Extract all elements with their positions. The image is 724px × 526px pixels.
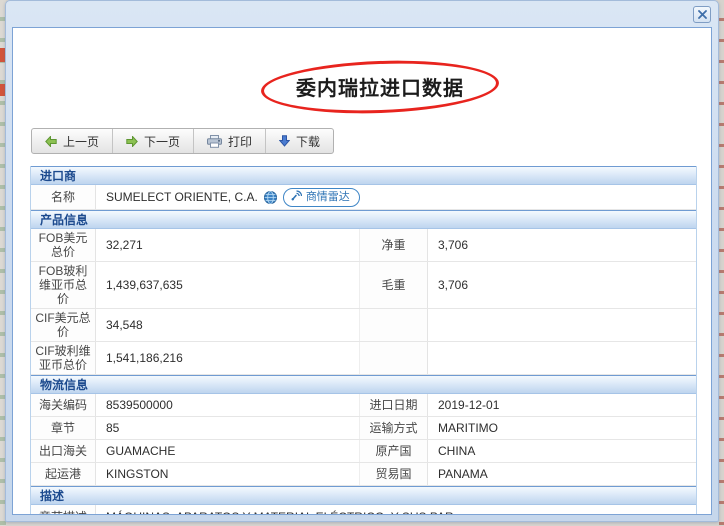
field-value: 1,439,637,635 bbox=[96, 262, 360, 308]
section-importer: 进口商名称SUMELECT ORIENTE, C.A.商情雷达 bbox=[31, 166, 696, 210]
field-value: 3,706 bbox=[428, 229, 696, 261]
print-label: 打印 bbox=[228, 133, 252, 150]
table-row: 名称SUMELECT ORIENTE, C.A.商情雷达 bbox=[31, 185, 696, 210]
field-label: 出口海关 bbox=[31, 440, 96, 462]
field-value: SUMELECT ORIENTE, C.A.商情雷达 bbox=[96, 185, 696, 209]
table-row: 章节85运输方式MARITIMO bbox=[31, 417, 696, 440]
field-label: 进口日期 bbox=[360, 394, 428, 416]
field-value: CHINA bbox=[428, 440, 696, 462]
background-page-fragment-right bbox=[719, 0, 724, 526]
arrow-down-icon bbox=[279, 135, 290, 147]
section-description: 描述章节描述MÁQUINAS, APARATOS Y MATERIAL ELÉC… bbox=[31, 486, 696, 515]
field-label: 运输方式 bbox=[360, 417, 428, 439]
download-label: 下载 bbox=[296, 133, 320, 150]
arrow-right-icon bbox=[126, 136, 138, 147]
table-row: 章节描述MÁQUINAS, APARATOS Y MATERIAL ELÉCTR… bbox=[31, 505, 696, 515]
field-value bbox=[428, 342, 696, 374]
field-label: 章节描述 bbox=[31, 505, 96, 515]
title-area: 委内瑞拉进口数据 bbox=[13, 58, 711, 116]
pager-toolbar: 上一页 下一页 打印 bbox=[31, 128, 334, 154]
field-value: PANAMA bbox=[428, 463, 696, 485]
prev-page-button[interactable]: 上一页 bbox=[32, 129, 112, 153]
table-row: FOB美元总价32,271净重3,706 bbox=[31, 229, 696, 262]
field-value: 8539500000 bbox=[96, 394, 360, 416]
section-header-logistics: 物流信息 bbox=[31, 375, 696, 394]
field-value: 32,271 bbox=[96, 229, 360, 261]
import-detail-table: 进口商名称SUMELECT ORIENTE, C.A.商情雷达产品信息FOB美元… bbox=[30, 166, 697, 515]
field-label bbox=[360, 342, 428, 374]
field-value: 34,548 bbox=[96, 309, 360, 341]
field-value: 2019-12-01 bbox=[428, 394, 696, 416]
field-label: CIF玻利维亚币总价 bbox=[31, 342, 96, 374]
next-page-button[interactable]: 下一页 bbox=[112, 129, 193, 153]
field-value: KINGSTON bbox=[96, 463, 360, 485]
table-row: FOB玻利维亚币总价1,439,637,635毛重3,706 bbox=[31, 262, 696, 309]
field-value: 1,541,186,216 bbox=[96, 342, 360, 374]
arrow-left-icon bbox=[45, 136, 57, 147]
field-label: 章节 bbox=[31, 417, 96, 439]
field-label: 净重 bbox=[360, 229, 428, 261]
field-value: MÁQUINAS, APARATOS Y MATERIAL ELÉCTRICO,… bbox=[96, 505, 696, 515]
radar-icon bbox=[291, 190, 302, 205]
field-label: FOB美元总价 bbox=[31, 229, 96, 261]
radar-badge-label: 商情雷达 bbox=[306, 191, 350, 204]
field-label bbox=[360, 309, 428, 341]
globe-icon[interactable] bbox=[264, 191, 277, 204]
window-content: 委内瑞拉进口数据 上一页 下一页 bbox=[12, 27, 712, 515]
field-label: 原产国 bbox=[360, 440, 428, 462]
print-button[interactable]: 打印 bbox=[193, 129, 265, 153]
field-label: CIF美元总价 bbox=[31, 309, 96, 341]
field-label: 贸易国 bbox=[360, 463, 428, 485]
field-label: 毛重 bbox=[360, 262, 428, 308]
field-label: 海关编码 bbox=[31, 394, 96, 416]
field-label: FOB玻利维亚币总价 bbox=[31, 262, 96, 308]
page-title: 委内瑞拉进口数据 bbox=[296, 78, 464, 100]
section-header-importer: 进口商 bbox=[31, 166, 696, 185]
table-row: 起运港KINGSTON贸易国PANAMA bbox=[31, 463, 696, 486]
business-radar-badge[interactable]: 商情雷达 bbox=[283, 188, 360, 207]
field-value: GUAMACHE bbox=[96, 440, 360, 462]
import-data-window: 委内瑞拉进口数据 上一页 下一页 bbox=[5, 0, 719, 522]
window-titlebar[interactable] bbox=[6, 1, 718, 27]
table-row: CIF玻利维亚币总价1,541,186,216 bbox=[31, 342, 696, 375]
section-logistics: 物流信息海关编码8539500000进口日期2019-12-01章节85运输方式… bbox=[31, 375, 696, 486]
field-value: MARITIMO bbox=[428, 417, 696, 439]
next-page-label: 下一页 bbox=[144, 133, 180, 150]
download-button[interactable]: 下载 bbox=[265, 129, 333, 153]
table-row: 出口海关GUAMACHE原产国CHINA bbox=[31, 440, 696, 463]
section-header-product: 产品信息 bbox=[31, 210, 696, 229]
field-value: 3,706 bbox=[428, 262, 696, 308]
printer-icon bbox=[207, 135, 222, 148]
section-header-description: 描述 bbox=[31, 486, 696, 505]
field-label: 名称 bbox=[31, 185, 96, 209]
field-value bbox=[428, 309, 696, 341]
table-row: CIF美元总价34,548 bbox=[31, 309, 696, 342]
prev-page-label: 上一页 bbox=[63, 133, 99, 150]
field-value: 85 bbox=[96, 417, 360, 439]
table-row: 海关编码8539500000进口日期2019-12-01 bbox=[31, 394, 696, 417]
field-label: 起运港 bbox=[31, 463, 96, 485]
close-icon[interactable] bbox=[693, 6, 711, 23]
section-product: 产品信息FOB美元总价32,271净重3,706FOB玻利维亚币总价1,439,… bbox=[31, 210, 696, 375]
